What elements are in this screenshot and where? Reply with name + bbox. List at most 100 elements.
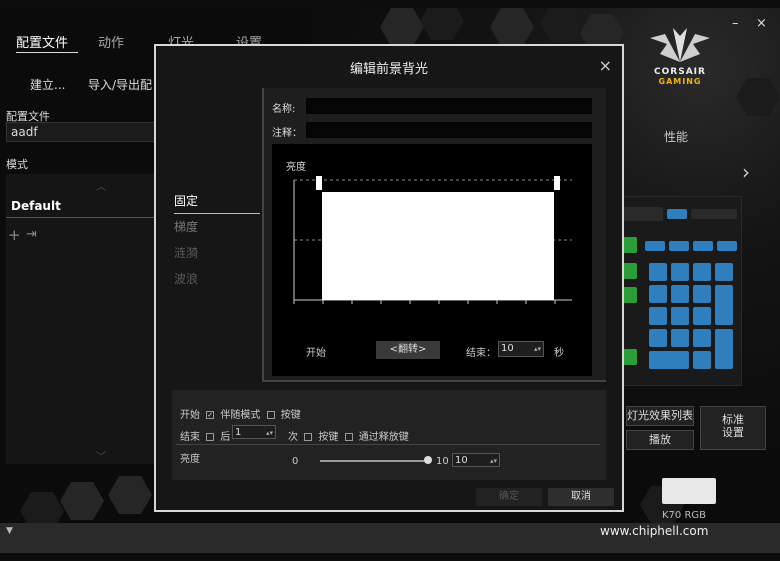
spinner-icon[interactable]: ▴▾ <box>490 454 497 468</box>
tab-profiles[interactable]: 配置文件 <box>16 32 68 51</box>
spinner-icon[interactable]: ▴▾ <box>534 342 541 356</box>
key <box>645 241 665 251</box>
dialog-title: 编辑前景背光 <box>349 62 428 77</box>
hex-decoration <box>108 476 152 514</box>
key <box>671 329 689 347</box>
hex-decoration <box>736 78 780 116</box>
app-root: 配置文件 动作 灯光 设置 – × 建立... 导入/导出配 配置文件 aadf… <box>0 0 780 561</box>
brightness-label: 亮度 <box>180 454 200 465</box>
tab-static[interactable]: 固定 <box>174 188 260 214</box>
brightness-slider-handle[interactable] <box>424 456 432 464</box>
edit-backlight-dialog: 编辑前景背光 × 固定 梯度 涟漪 波浪 名称: 注释： 亮度 开始 <翻转> … <box>154 44 624 512</box>
close-window-button[interactable]: × <box>756 16 767 31</box>
key <box>667 209 687 219</box>
export-icon[interactable]: ⇥ <box>26 227 37 242</box>
note-label: 注释： <box>272 128 302 139</box>
key <box>649 307 667 325</box>
hex-decoration <box>420 8 464 40</box>
end-row-label: 结束 <box>180 432 200 443</box>
tab-actions[interactable]: 动作 <box>98 32 124 51</box>
name-label: 名称: <box>272 104 296 115</box>
next-arrow-icon[interactable]: › <box>742 160 750 184</box>
tab-underline <box>16 52 78 53</box>
tab-ripple[interactable]: 涟漪 <box>174 240 260 266</box>
name-input[interactable] <box>306 98 592 114</box>
brightness-min: 0 <box>292 456 299 467</box>
key <box>671 307 689 325</box>
key <box>717 241 737 251</box>
end-label: 结束： <box>466 348 496 359</box>
key <box>693 329 711 347</box>
key <box>623 263 637 279</box>
sails-logo-icon <box>650 28 710 62</box>
end-time-value: 10 <box>501 343 514 354</box>
status-down-arrow-icon[interactable]: ▼ <box>6 526 13 536</box>
key <box>623 287 637 303</box>
create-button[interactable]: 建立... <box>30 76 65 93</box>
key <box>693 241 713 251</box>
hex-decoration <box>380 8 424 46</box>
brightness-area <box>322 192 554 300</box>
key <box>649 351 689 369</box>
effect-list-button[interactable]: 灯光效果列表 <box>626 406 694 426</box>
end-handle <box>554 176 560 190</box>
play-button[interactable]: 播放 <box>626 430 694 450</box>
scroll-up-icon[interactable]: ︿ <box>96 178 106 193</box>
key <box>623 237 637 253</box>
tab-gradient[interactable]: 梯度 <box>174 214 260 240</box>
divider <box>176 444 600 445</box>
release-key-checkbox[interactable] <box>344 433 353 441</box>
brightness-slider[interactable] <box>320 460 428 462</box>
start-row-label: 开始 <box>180 410 200 421</box>
seconds-unit: 秒 <box>554 348 564 359</box>
end-time-input[interactable]: 10 ▴▾ <box>498 341 544 357</box>
minimize-button[interactable]: – <box>732 16 739 31</box>
key <box>671 263 689 281</box>
trigger-options: 开始 ✓ 伴随模式 按键 结束 后 1 ▴▾ 次 按键 通过释放键 亮度 0 1… <box>172 390 606 480</box>
release-key-label: 通过释放键 <box>358 432 409 443</box>
watermark: www.chiphell.com <box>600 524 709 538</box>
hex-decoration <box>60 482 104 520</box>
key <box>693 263 711 281</box>
key <box>715 329 733 369</box>
profile-select[interactable]: aadf <box>6 122 156 142</box>
import-export-button[interactable]: 导入/导出配 <box>88 76 152 93</box>
flip-button[interactable]: <翻转> <box>376 341 440 359</box>
graph-canvas[interactable] <box>282 170 582 330</box>
note-input[interactable] <box>306 122 592 138</box>
end-after-checkbox[interactable] <box>206 433 215 441</box>
end-key-checkbox[interactable] <box>304 433 313 441</box>
key <box>623 349 637 365</box>
standard-settings-button[interactable]: 标准 设置 <box>700 406 766 450</box>
tab-wave[interactable]: 波浪 <box>174 266 260 292</box>
key <box>693 285 711 303</box>
spinner-icon[interactable]: ▴▾ <box>266 426 273 440</box>
start-handle <box>316 176 322 190</box>
brightness-graph[interactable]: 亮度 开始 <翻转> 结束： 10 ▴▾ 秒 <box>272 144 592 376</box>
hex-decoration <box>490 8 534 46</box>
close-icon[interactable]: × <box>599 56 612 75</box>
device-name: K70 RGB <box>662 510 707 521</box>
key <box>715 285 733 325</box>
effect-panel: 名称: 注释： 亮度 开始 <翻转> 结束： 10 ▴▾ 秒 <box>262 88 606 382</box>
mode-item-default[interactable]: Default <box>6 196 156 218</box>
follow-mode-label: 伴随模式 <box>220 410 261 421</box>
key <box>691 209 737 219</box>
follow-mode-checkbox[interactable]: ✓ <box>206 411 215 419</box>
times-unit: 次 <box>288 432 298 443</box>
key <box>669 241 689 251</box>
times-input[interactable]: 1 ▴▾ <box>232 425 276 439</box>
keyboard-preview[interactable] <box>618 196 742 386</box>
cancel-button[interactable]: 取消 <box>548 488 614 506</box>
after-label: 后 <box>220 432 231 443</box>
brightness-input[interactable]: 10 ▴▾ <box>452 453 500 467</box>
ok-button[interactable]: 确定 <box>476 488 542 506</box>
corsair-logo: CORSAIR GAMING <box>630 24 730 100</box>
plus-icon[interactable]: + <box>8 226 21 244</box>
scroll-down-icon[interactable]: ﹀ <box>96 448 106 463</box>
mode-list: ︿ Default ﹀ <box>6 174 156 464</box>
key <box>623 207 663 221</box>
hex-decoration <box>540 8 584 42</box>
start-key-checkbox[interactable] <box>266 411 275 419</box>
brightness-value: 10 <box>455 455 468 466</box>
